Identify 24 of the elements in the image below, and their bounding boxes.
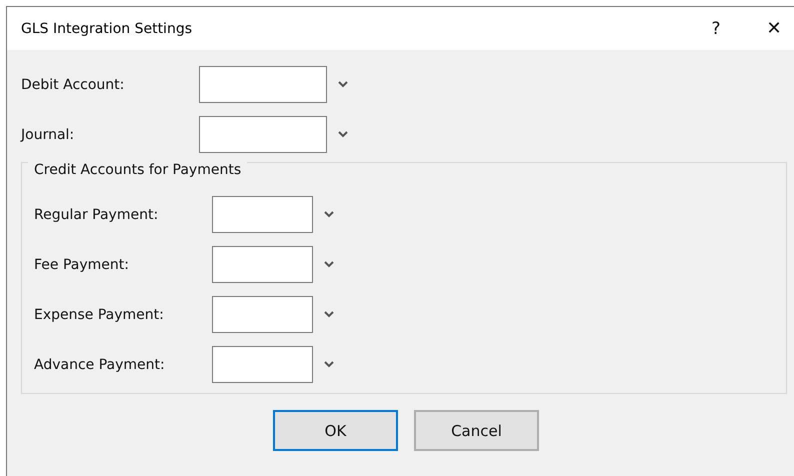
field-label: Expense Payment:: [34, 306, 165, 322]
dialog-button[interactable]: OK: [273, 410, 398, 451]
chevron-down-icon[interactable]: [338, 131, 348, 138]
field-label: Debit Account:: [21, 76, 126, 92]
input-field[interactable]: [212, 346, 313, 383]
dialog-button[interactable]: Cancel: [414, 410, 539, 451]
chevron-down-icon[interactable]: [338, 81, 348, 88]
group-title: Credit Accounts for Payments: [28, 162, 248, 178]
chevron-down-icon[interactable]: [324, 311, 334, 318]
input-field[interactable]: [212, 296, 313, 333]
chevron-down-icon[interactable]: [324, 211, 334, 218]
field-label: Advance Payment:: [34, 356, 166, 372]
input-field[interactable]: [199, 66, 327, 103]
help-button[interactable]: ?: [702, 14, 730, 42]
input-field[interactable]: [199, 116, 327, 153]
input-field[interactable]: [212, 246, 313, 283]
window-title: GLS Integration Settings: [21, 20, 194, 36]
chevron-down-icon[interactable]: [324, 261, 334, 268]
field-label: Journal:: [21, 126, 76, 142]
close-button[interactable]: ✕: [760, 14, 788, 42]
input-field[interactable]: [212, 196, 313, 233]
field-label: Regular Payment:: [34, 206, 160, 222]
field-label: Fee Payment:: [34, 256, 130, 272]
chevron-down-icon[interactable]: [324, 361, 334, 368]
